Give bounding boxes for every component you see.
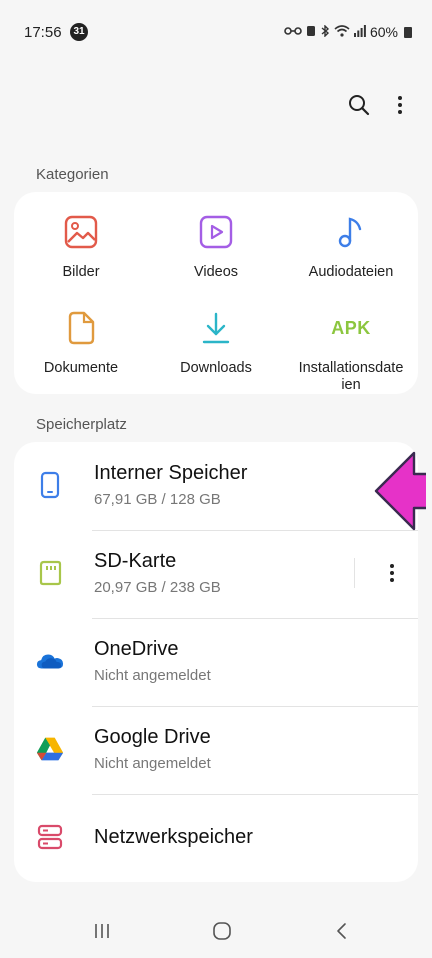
download-icon [149,308,283,348]
image-icon [14,212,148,252]
categories-card: Bilder Videos Audiodateien Dokumente Dow… [14,192,418,394]
document-icon [14,308,148,348]
video-icon [149,212,283,252]
network-storage-icon [36,822,64,852]
storage-item-title: Netzwerkspeicher [94,826,253,848]
vertical-separator [354,558,355,588]
storage-item-title: Interner Speicher [94,462,248,484]
storage-item-network[interactable]: Netzwerkspeicher [14,794,418,882]
vpn-key-icon [284,25,302,39]
apk-icon-text: APK [331,317,371,338]
back-icon[interactable] [322,918,362,944]
status-icons: 60% [284,23,412,40]
signal-icon [353,24,366,40]
storage-heading: Speicherplatz [36,416,127,433]
status-bar: 17:56 31 60% [6,6,426,58]
category-bilder[interactable]: Bilder [14,212,148,281]
storage-item-subtitle: Nicht angemeldet [94,667,211,684]
recent-apps-icon[interactable] [82,918,122,944]
storage-item-subtitle: Nicht angemeldet [94,755,211,772]
storage-item-title: OneDrive [94,638,179,660]
sd-card-more-icon[interactable] [382,556,402,590]
category-label: Videos [193,264,239,280]
onedrive-icon [36,646,64,676]
storage-item-subtitle: 20,97 GB / 238 GB [94,579,221,596]
storage-card: Interner Speicher 67,91 GB / 128 GB SD-K… [14,442,418,882]
storage-item-sd-card[interactable]: SD-Karte 20,97 GB / 238 GB [14,530,418,618]
categories-grid: Bilder Videos Audiodateien Dokumente Dow… [14,192,418,394]
category-label-line1: Installationsdate [298,360,404,376]
sd-card-icon [36,558,64,588]
category-label: Dokumente [43,360,119,376]
music-note-icon [284,212,418,252]
status-time: 17:56 [24,24,62,41]
category-label-line2: ien [341,377,361,393]
battery-percent: 60% [369,24,398,40]
notification-badge: 31 [70,23,88,41]
more-options-icon[interactable] [390,90,410,120]
category-audiodateien[interactable]: Audiodateien [284,212,418,281]
search-icon[interactable] [344,90,374,120]
pointer-arrow-icon [374,450,426,532]
apk-icon: APK [284,308,418,348]
storage-item-onedrive[interactable]: OneDrive Nicht angemeldet [14,618,418,706]
top-app-bar [6,86,426,126]
category-label: Bilder [62,264,100,280]
phone-icon [36,470,64,500]
wifi-icon [334,24,350,40]
home-icon[interactable] [202,918,242,944]
category-dokumente[interactable]: Dokumente [14,308,148,377]
storage-item-title: Google Drive [94,726,211,748]
category-label: Audiodateien [308,264,394,280]
bluetooth-icon [320,23,330,40]
category-label: Installationsdate ien [284,360,418,394]
storage-item-internal[interactable]: Interner Speicher 67,91 GB / 128 GB [14,442,418,530]
category-videos[interactable]: Videos [149,212,283,281]
category-installationsdateien[interactable]: APK Installationsdate ien [284,308,418,394]
storage-item-title: SD-Karte [94,550,177,572]
storage-item-subtitle: 67,91 GB / 128 GB [94,491,221,508]
storage-item-google-drive[interactable]: Google Drive Nicht angemeldet [14,706,418,794]
screen: 17:56 31 60% Kategorien Bilder Videos Au… [6,6,426,952]
categories-heading: Kategorien [36,166,109,183]
alarm-icon [306,25,316,40]
category-label: Downloads [180,360,252,376]
google-drive-icon [36,734,64,764]
category-downloads[interactable]: Downloads [149,308,283,377]
battery-icon [404,26,412,38]
